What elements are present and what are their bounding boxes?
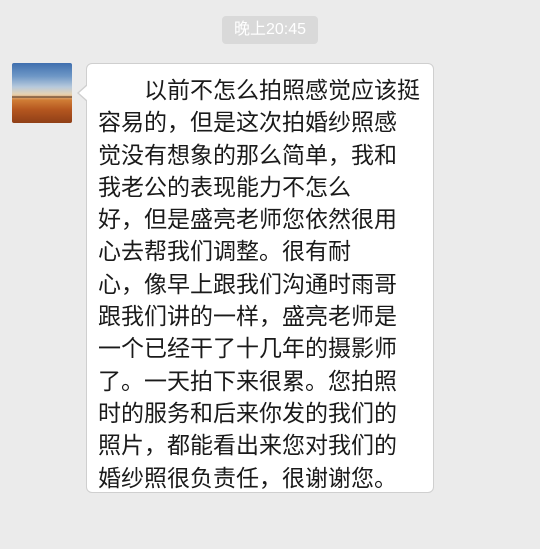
message-line: 以前不怎么拍照感觉应该挺	[98, 78, 420, 104]
sender-avatar[interactable]	[12, 63, 72, 123]
message-line: 好，但是盛亮老师您依然很用	[98, 207, 397, 234]
message-line: 婚纱照很负责任，很谢谢您。	[98, 465, 397, 492]
message-line: 心去帮我们调整。很有耐	[98, 239, 351, 266]
message-line: 觉没有想象的那么简单，我和	[98, 142, 397, 169]
message-line: 照片，都能看出来您对我们的	[98, 433, 397, 460]
message-line: 容易的，但是这次拍婚纱照感	[98, 110, 397, 137]
timestamp-badge: 晚上20:45	[222, 16, 318, 44]
message-line: 一个已经干了十几年的摄影师	[98, 336, 397, 363]
bubble-tail-fill	[79, 85, 88, 101]
message-line: 了。一天拍下来很累。您拍照	[98, 368, 397, 395]
message-line: 我老公的表现能力不怎么	[98, 174, 351, 201]
message-line: 时的服务和后来你发的我们的	[98, 400, 397, 427]
message-line: 心，像早上跟我们沟通时雨哥	[98, 271, 397, 298]
message-line: 跟我们讲的一样，盛亮老师是	[98, 304, 397, 331]
landscape-avatar-icon	[12, 96, 72, 98]
message-text: 以前不怎么拍照感觉应该挺 容易的，但是这次拍婚纱照感 觉没有想象的那么简单，我和…	[98, 75, 420, 495]
